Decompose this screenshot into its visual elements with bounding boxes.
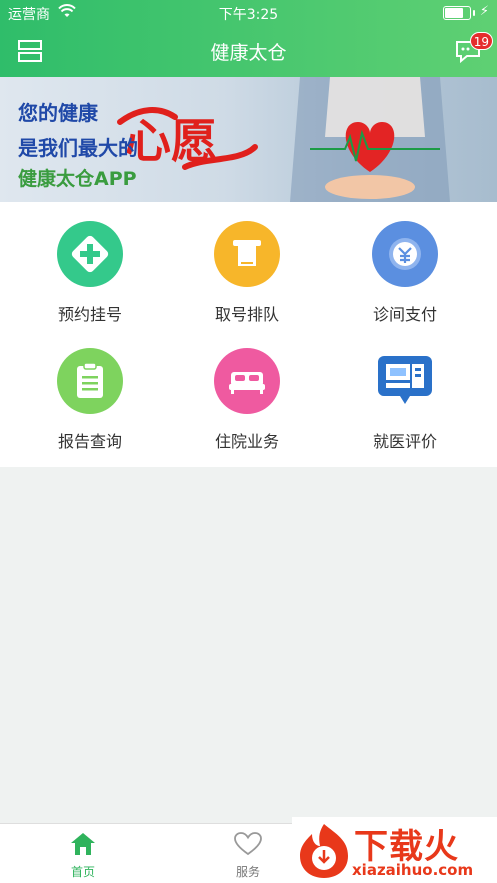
banner-line-1: 您的健康 <box>18 101 98 125</box>
service-label: 报告查询 <box>57 432 122 451</box>
service-grid: 预约挂号 取号排队 诊间支付 报告查询 住院业务 就医评价 <box>0 202 497 467</box>
nav-bar: 健康太仓 19 <box>0 26 497 77</box>
battery-icon <box>443 6 475 20</box>
service-label: 就医评价 <box>372 432 437 451</box>
tab-service-label: 服务 <box>235 865 260 879</box>
bed-icon <box>214 348 280 414</box>
service-report[interactable]: 报告查询 <box>10 348 170 452</box>
clipboard-icon <box>57 348 123 414</box>
banner-line-2: 是我们最大的 <box>18 136 138 160</box>
status-bar: 运营商 下午3:25 ⚡ <box>0 0 497 26</box>
tab-home-label: 首页 <box>70 865 95 879</box>
banner-line-3: 健康太仓APP <box>18 168 137 190</box>
message-count-badge: 19 <box>469 32 493 50</box>
home-icon <box>71 833 95 855</box>
monitor-icon <box>372 348 438 414</box>
flame-download-icon <box>300 824 348 878</box>
tab-home[interactable]: 首页 <box>43 832 123 880</box>
service-label: 诊间支付 <box>372 305 437 324</box>
heart-icon <box>234 832 262 856</box>
service-queue[interactable]: 取号排队 <box>167 221 327 325</box>
watermark-logo: 下载火 xiazaihuo.com <box>292 817 497 883</box>
service-hospitalization[interactable]: 住院业务 <box>167 348 327 452</box>
watermark-domain: xiazaihuo.com <box>352 861 474 879</box>
service-label: 住院业务 <box>214 432 279 451</box>
service-payment[interactable]: 诊间支付 <box>325 221 485 325</box>
page-title: 健康太仓 <box>210 42 287 64</box>
app-header: 运营商 下午3:25 ⚡ 健康太仓 19 <box>0 0 497 77</box>
yuan-coin-icon <box>372 221 438 287</box>
ticket-icon <box>214 221 280 287</box>
plus-cross-icon <box>57 221 123 287</box>
service-label: 取号排队 <box>214 305 279 324</box>
tab-service[interactable]: 服务 <box>208 832 288 880</box>
charging-icon: ⚡ <box>479 4 489 19</box>
service-label: 预约挂号 <box>57 305 122 324</box>
svg-text:心愿: 心愿 <box>125 114 217 168</box>
promo-banner[interactable]: 心愿 您的健康 是我们最大的 健康太仓APP <box>0 77 497 202</box>
service-evaluation[interactable]: 就医评价 <box>325 348 485 452</box>
clock-label: 下午3:25 <box>218 7 279 23</box>
service-appointment[interactable]: 预约挂号 <box>10 221 170 325</box>
